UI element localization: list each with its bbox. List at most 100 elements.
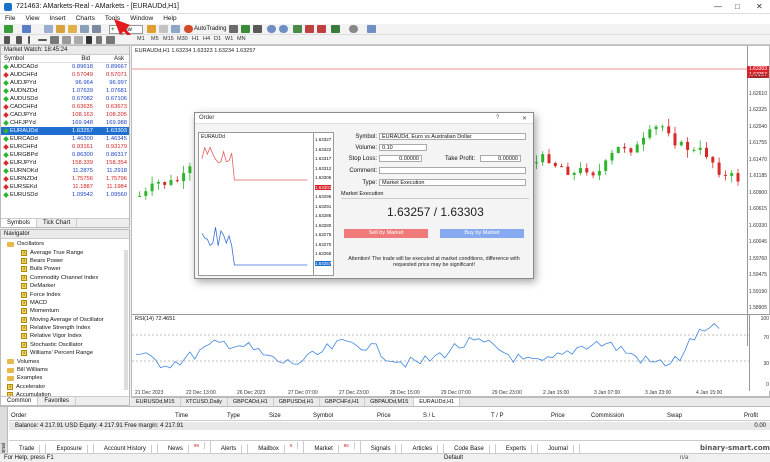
zoom-out-icon[interactable] — [279, 25, 288, 33]
tf-m15[interactable]: M15 — [163, 36, 174, 42]
navigator-indicator[interactable]: f Moving Average of Oscillator — [1, 316, 129, 324]
chart-tab[interactable]: GBPUSDd,H1 — [274, 398, 320, 406]
new-chart-icon[interactable] — [4, 25, 13, 33]
market-watch-row[interactable]: AUDJPYd 96.964 96.997 — [1, 79, 129, 87]
crosshair-icon[interactable] — [16, 36, 22, 44]
indicators-icon[interactable] — [331, 25, 340, 33]
data-window-icon[interactable] — [56, 25, 65, 33]
market-watch-row[interactable]: AUDUSDd 0.67082 0.67106 — [1, 95, 129, 103]
chart-tab[interactable]: XTCUSD,Daily — [181, 398, 228, 406]
rsi-indicator[interactable] — [132, 315, 749, 390]
text-tool-icon[interactable] — [86, 36, 92, 44]
fibonacci-icon[interactable] — [74, 36, 83, 44]
sell-by-market-button[interactable]: Sell by Market — [344, 229, 428, 238]
options-icon[interactable] — [171, 25, 180, 33]
market-watch-row[interactable]: EURCADd 1.46300 1.46345 — [1, 135, 129, 143]
help-icon[interactable]: ? — [496, 115, 499, 121]
candlesticks-icon[interactable] — [241, 25, 250, 33]
market-watch-row[interactable]: EURSEKd 11.1887 11.1984 — [1, 183, 129, 191]
market-watch-row[interactable]: EURCHFd 0.93161 0.93179 — [1, 143, 129, 151]
navigator-indicator[interactable]: f DeMarker — [1, 282, 129, 290]
navigator-indicator[interactable]: f Relative Vigor Index — [1, 332, 129, 340]
maximize-button[interactable]: □ — [735, 2, 740, 11]
periods-icon[interactable] — [349, 25, 358, 33]
tf-m1[interactable]: M1 — [137, 36, 145, 42]
comment-input[interactable] — [379, 167, 526, 174]
tf-d1[interactable]: D1 — [214, 36, 221, 42]
navigator-indicator[interactable]: f MACD — [1, 299, 129, 307]
navigator-indicator[interactable]: f Momentum — [1, 307, 129, 315]
tab-symbols[interactable]: Symbols — [1, 219, 38, 227]
volume-input[interactable]: 0.10 — [379, 144, 427, 151]
tab-common[interactable]: Common — [1, 397, 39, 405]
market-watch-row[interactable]: AUDCADd 0.89618 0.89667 — [1, 63, 129, 71]
market-watch-row[interactable]: EURGBPd 0.86300 0.86317 — [1, 151, 129, 159]
line-chart-icon[interactable] — [253, 25, 262, 33]
take-profit-input[interactable]: 0.00000 — [480, 155, 521, 162]
tab-tick-chart[interactable]: Tick Chart — [37, 219, 78, 227]
horizontal-line-icon[interactable] — [38, 39, 47, 41]
trendline-icon[interactable] — [50, 36, 59, 44]
chart-tab-active[interactable]: EURAUDd,H1 — [414, 398, 461, 406]
tf-mn[interactable]: MN — [237, 36, 246, 42]
menu-insert[interactable]: Insert — [44, 14, 70, 22]
menu-charts[interactable]: Charts — [71, 14, 100, 22]
chart-tab[interactable]: GBPCHFd,H1 — [320, 398, 366, 406]
strategy-tester-icon[interactable] — [92, 25, 101, 33]
market-watch-row[interactable]: EURJPYd 158.339 158.354 — [1, 159, 129, 167]
symbol-select[interactable]: EURAUDd, Euro vs Australian Dollar — [379, 133, 526, 140]
tf-h1[interactable]: H1 — [192, 36, 199, 42]
cursor-icon[interactable] — [4, 36, 10, 44]
navigator-scrollbar[interactable] — [124, 250, 128, 390]
label-tool-icon[interactable] — [96, 36, 102, 44]
navigator-indicator[interactable]: f Williams' Percent Range — [1, 349, 129, 357]
close-window-button[interactable]: ✕ — [756, 2, 763, 11]
market-watch-icon[interactable] — [44, 25, 53, 33]
tf-m5[interactable]: M5 — [151, 36, 159, 42]
market-watch-row[interactable]: AUDNZDd 1.07639 1.07681 — [1, 87, 129, 95]
tf-h4[interactable]: H4 — [203, 36, 210, 42]
print-icon[interactable] — [159, 25, 168, 33]
menu-view[interactable]: View — [20, 14, 44, 22]
chart-tab[interactable]: GBPAUDd,M15 — [365, 398, 415, 406]
market-watch-row[interactable]: CADCHFd 0.63635 0.63673 — [1, 103, 129, 111]
market-watch-row[interactable]: AUDCHFd 0.57049 0.57071 — [1, 71, 129, 79]
zoom-in-icon[interactable] — [267, 25, 276, 33]
arrows-tool-icon[interactable] — [106, 36, 115, 44]
tf-w1[interactable]: W1 — [225, 36, 233, 42]
navigator-indicator[interactable]: f Bulls Power — [1, 265, 129, 273]
templates-icon[interactable] — [367, 25, 376, 33]
navigator-indicator[interactable]: f Average True Range — [1, 248, 129, 256]
navigator-indicator[interactable]: f Commodity Channel Index — [1, 274, 129, 282]
autotrading-icon[interactable] — [184, 25, 193, 33]
chart-shift-icon[interactable] — [305, 25, 314, 33]
navigator-indicator[interactable]: f Stochastic Oscillator — [1, 341, 129, 349]
vertical-line-icon[interactable] — [28, 36, 30, 44]
autoscroll-icon[interactable] — [317, 25, 326, 33]
type-select[interactable]: Market Execution — [379, 179, 526, 186]
terminal-icon[interactable] — [80, 25, 89, 33]
buy-by-market-button[interactable]: Buy by Market — [440, 229, 524, 238]
navigator-indicator[interactable]: f Bears Power — [1, 257, 129, 265]
market-watch-row[interactable]: EURNOKd 11.2875 11.2918 — [1, 167, 129, 175]
equidistant-channel-icon[interactable] — [62, 36, 71, 44]
market-watch-row[interactable]: EURUSDd 1.09542 1.09560 — [1, 191, 129, 199]
minimize-button[interactable]: — — [714, 2, 722, 11]
navigator-indicator[interactable]: f Force Index — [1, 290, 129, 298]
stop-loss-input[interactable]: 0.00000 — [379, 155, 422, 162]
menu-file[interactable]: File — [0, 14, 20, 22]
market-watch-row[interactable]: CADJPYd 108.163 108.205 — [1, 111, 129, 119]
navigator-indicator[interactable]: f Relative Strength Index — [1, 324, 129, 332]
autotrading-button[interactable]: AutoTrading — [194, 26, 226, 32]
market-watch-row[interactable]: EURAUDd 1.63257 1.63303 — [1, 127, 129, 135]
chart-tab[interactable]: EURUSDd,M15 — [131, 398, 181, 406]
navigator-folder[interactable]: Volumes — [1, 357, 129, 365]
menu-help[interactable]: Help — [158, 14, 181, 22]
dialog-close-icon[interactable]: ✕ — [522, 115, 527, 122]
tab-favorites[interactable]: Favorites — [38, 397, 77, 405]
tile-windows-icon[interactable] — [293, 25, 302, 33]
tf-m30[interactable]: M30 — [177, 36, 188, 42]
market-watch-row[interactable]: EURNZDd 1.75756 1.75796 — [1, 175, 129, 183]
profiles-icon[interactable] — [22, 25, 31, 33]
navigator-folder[interactable]: Bill Williams — [1, 366, 129, 374]
